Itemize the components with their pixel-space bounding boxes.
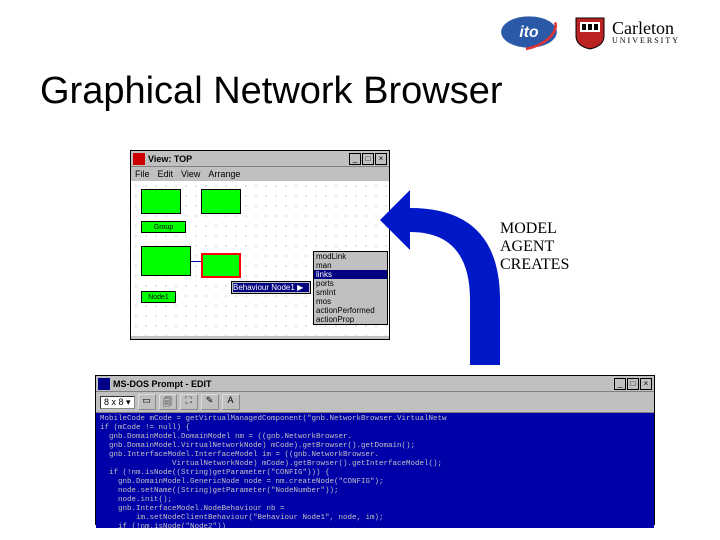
dos-icon — [98, 378, 110, 390]
menu-edit[interactable]: Edit — [158, 169, 174, 179]
logo-area: ito Carleton UNIVERSITY — [494, 12, 680, 52]
carleton-logo: Carleton UNIVERSITY — [574, 14, 680, 50]
fullscreen-icon[interactable]: ⛶ — [180, 394, 198, 410]
dos-titlebar: MS-DOS Prompt - EDIT _ □ × — [96, 376, 654, 392]
dos-title: MS-DOS Prompt - EDIT — [113, 379, 212, 389]
dos-minimize-button[interactable]: _ — [614, 378, 626, 390]
app-titlebar: View: TOP _ □ × — [131, 151, 389, 167]
gnb-app-window: View: TOP _ □ × File Edit View Arrange G… — [130, 150, 390, 340]
ito-text: ito — [519, 24, 539, 41]
node-box[interactable] — [201, 189, 241, 214]
node-selected[interactable] — [201, 253, 241, 278]
slide-title: Graphical Network Browser — [40, 70, 502, 113]
maximize-button[interactable]: □ — [362, 153, 374, 165]
paste-icon[interactable]: 🗐 — [159, 394, 177, 410]
annotation-text: MODEL AGENT CREATES — [500, 220, 569, 274]
menu-file[interactable]: File — [135, 169, 150, 179]
dos-close-button[interactable]: × — [640, 378, 652, 390]
submenu-arrow-icon: ▶ — [297, 283, 303, 292]
annotation-line: AGENT — [500, 238, 569, 256]
node1-label-box[interactable]: Node1 — [141, 291, 176, 303]
carleton-crest-icon — [574, 14, 606, 50]
annotation-line: MODEL — [500, 220, 569, 238]
props-icon[interactable]: ✎ — [201, 394, 219, 410]
wire — [191, 261, 201, 262]
menu-arrange[interactable]: Arrange — [208, 169, 240, 179]
ito-logo: ito — [494, 12, 564, 52]
carleton-name: Carleton — [612, 18, 674, 38]
font-size-select[interactable]: 8 x 8 ▾ — [100, 396, 135, 409]
context-menu[interactable]: Behaviour Node1 ▶ — [231, 281, 311, 294]
minimize-button[interactable]: _ — [349, 153, 361, 165]
app-icon — [133, 153, 145, 165]
node-box[interactable] — [141, 189, 181, 214]
context-menu-item[interactable]: Behaviour Node1 — [233, 283, 295, 292]
annotation-line: CREATES — [500, 256, 569, 274]
close-button[interactable]: × — [375, 153, 387, 165]
dos-maximize-button[interactable]: □ — [627, 378, 639, 390]
carleton-sub: UNIVERSITY — [612, 37, 680, 45]
app-menubar: File Edit View Arrange — [131, 167, 389, 181]
dos-window: MS-DOS Prompt - EDIT _ □ × 8 x 8 ▾ ▭ 🗐 ⛶… — [95, 375, 655, 525]
font-icon[interactable]: A — [222, 394, 240, 410]
menu-view[interactable]: View — [181, 169, 200, 179]
app-title: View: TOP — [148, 154, 192, 164]
group-node[interactable]: Group — [141, 221, 186, 233]
dos-code-area[interactable]: MobileCode mCode = getVirtualManagedComp… — [96, 413, 654, 528]
node-box[interactable] — [141, 246, 191, 276]
copy-icon[interactable]: ▭ — [138, 394, 156, 410]
dos-toolbar: 8 x 8 ▾ ▭ 🗐 ⛶ ✎ A — [96, 392, 654, 413]
